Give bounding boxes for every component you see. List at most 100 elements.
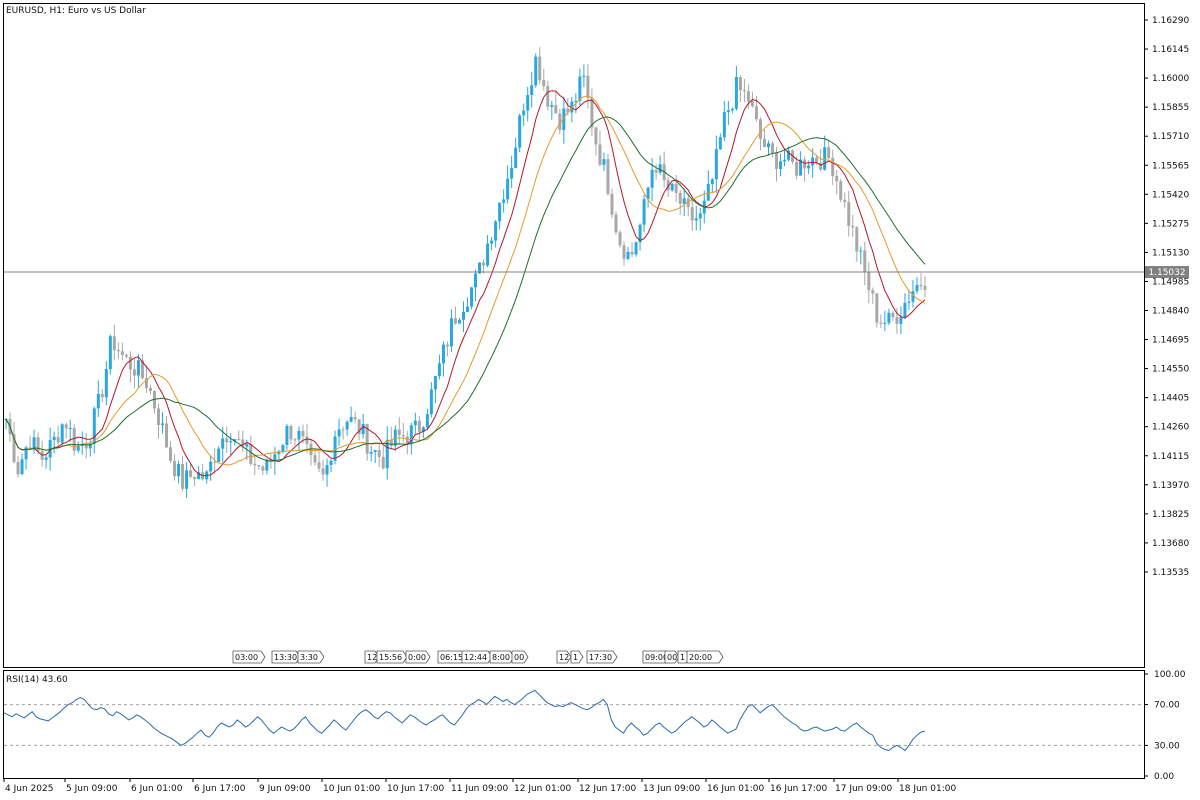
candle-body	[56, 436, 60, 443]
current-price-badge: 1.15032	[1145, 266, 1189, 279]
candle-body	[482, 262, 486, 266]
candle-body	[855, 227, 859, 252]
event-marker[interactable]: 00	[511, 650, 529, 664]
candle-body	[217, 448, 221, 462]
candle-body	[526, 95, 530, 111]
candle-body	[550, 105, 554, 107]
candle-body	[108, 336, 112, 370]
event-time-label: 20:00	[689, 653, 712, 662]
time-tick-label: 12 Jun 17:00	[579, 784, 636, 794]
candle-body	[285, 426, 289, 446]
candle-body	[165, 423, 169, 448]
price-tick-label: 1.13535	[1152, 568, 1189, 578]
candle-body	[658, 164, 662, 173]
price-tick-label: 1.15275	[1152, 219, 1189, 229]
candle-body	[582, 75, 586, 77]
candle-body	[486, 243, 490, 266]
candle-body	[193, 476, 197, 480]
candle-body	[189, 470, 193, 477]
event-marker[interactable]: 8:00	[489, 650, 515, 664]
candle-body	[642, 199, 646, 225]
candle-body	[811, 157, 815, 166]
event-marker[interactable]: 0:00	[405, 650, 431, 664]
candle-body	[710, 179, 714, 185]
candle-body	[730, 108, 734, 111]
candle-body	[341, 429, 345, 431]
price-tick-label: 1.15420	[1152, 190, 1189, 200]
candle	[606, 153, 610, 196]
price-tick-label: 1.14405	[1152, 394, 1189, 404]
candle-body	[289, 426, 293, 440]
price-tick-label: 1.14115	[1152, 452, 1189, 462]
candle-body	[361, 424, 365, 435]
event-marker[interactable]: 00	[664, 650, 680, 664]
candle-body	[907, 301, 911, 303]
candle-body	[807, 165, 811, 169]
time-tick-label: 13 Jun 09:00	[643, 784, 700, 794]
candle-body	[779, 161, 783, 170]
time-tick-label: 5 Jun 09:00	[66, 784, 118, 794]
candle-body	[305, 436, 309, 444]
candle-body	[823, 147, 827, 170]
candle-body	[96, 394, 100, 409]
candle	[470, 287, 474, 310]
price-tick-label: 1.15855	[1152, 103, 1189, 113]
event-marker[interactable]: 3:30	[297, 650, 325, 664]
candle-body	[514, 147, 518, 169]
time-tick-label: 17 Jun 09:00	[835, 784, 892, 794]
candle-body	[614, 214, 618, 233]
event-time-label: 3:30	[300, 653, 318, 662]
candle-body	[887, 312, 891, 323]
event-marker[interactable]: 20:00	[686, 650, 724, 664]
event-marker[interactable]: 03:00	[232, 650, 266, 664]
time-tick-label: 6 Jun 01:00	[131, 784, 183, 794]
candle-body	[726, 110, 730, 113]
event-marker[interactable]: 15:56	[376, 650, 408, 664]
candle-body	[606, 159, 610, 194]
candle-body	[815, 157, 819, 163]
candle-body	[445, 344, 449, 347]
price-axis: 1.16290 1.16145 1.16000 1.15855 1.15710 1.155…	[1144, 16, 1189, 578]
candle-body	[132, 369, 136, 376]
candle-body	[742, 90, 746, 92]
candle-body	[253, 463, 257, 466]
event-time-label: 0:00	[408, 653, 426, 662]
candle-body	[301, 430, 305, 437]
candle-body	[650, 169, 654, 188]
candle-body	[397, 429, 401, 436]
candle-body	[554, 105, 558, 114]
event-marker[interactable]: 17:30	[586, 650, 618, 664]
event-marker[interactable]: 13:30	[271, 650, 301, 664]
candle	[634, 241, 638, 257]
price-tick-label: 1.15565	[1152, 161, 1189, 171]
candle-body	[883, 322, 887, 324]
candle-body	[502, 199, 506, 203]
event-time-label: 1	[573, 653, 578, 662]
time-tick-label: 6 Jun 17:00	[194, 784, 246, 794]
candle-body	[766, 143, 770, 148]
event-marker[interactable]: 12:44	[461, 650, 493, 664]
price-tick-label: 1.16000	[1152, 74, 1189, 84]
candle-body	[714, 149, 718, 180]
candle-body	[466, 306, 470, 312]
candle-body	[867, 271, 871, 291]
candle-body	[678, 192, 682, 204]
event-time-label: 17:30	[589, 653, 612, 662]
candle	[839, 178, 843, 203]
rsi-panel-frame	[3, 670, 1145, 779]
candle-body	[329, 460, 333, 466]
candle-body	[173, 460, 177, 477]
candle-body	[353, 417, 357, 420]
event-marker[interactable]: 12	[556, 650, 572, 664]
price-tick-label: 1.16290	[1152, 16, 1189, 26]
candle-body	[257, 465, 261, 467]
candle	[875, 293, 879, 328]
time-tick-label: 18 Jun 01:00	[899, 784, 956, 794]
candle-body	[417, 420, 421, 432]
time-tick-label: 11 Jun 09:00	[451, 784, 508, 794]
event-time-label: 03:00	[235, 653, 258, 662]
candle-body	[698, 213, 702, 219]
rsi-tick-label: 30.00	[1154, 741, 1180, 751]
candle-body	[181, 464, 185, 489]
time-tick-label: 16 Jun 01:00	[707, 784, 764, 794]
